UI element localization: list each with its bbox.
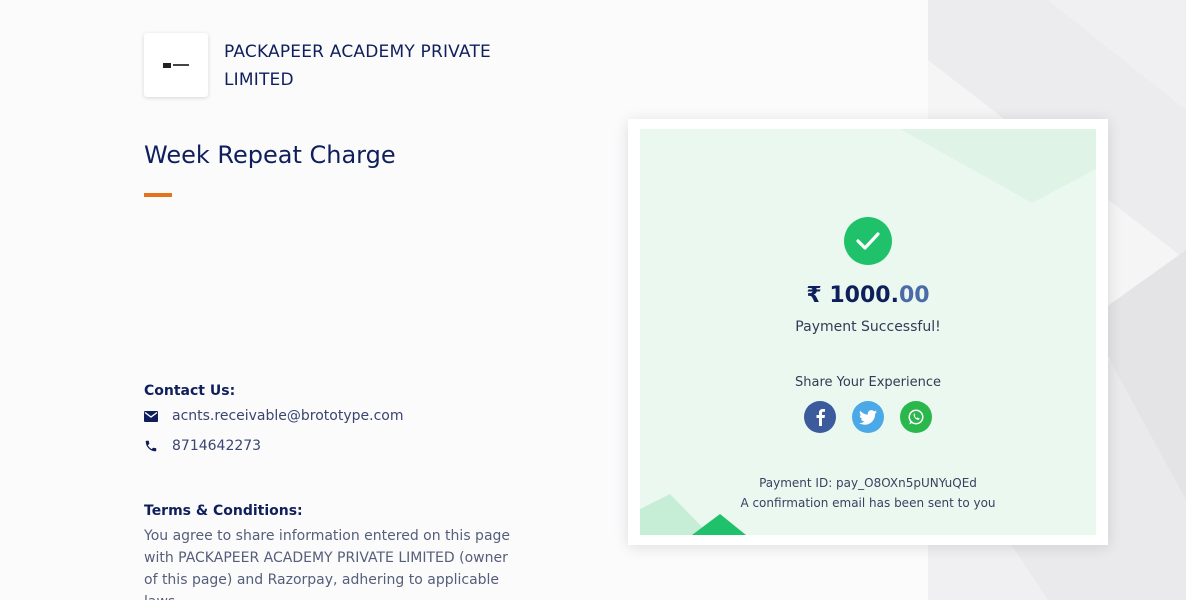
contact-phone-row: 8714642273 <box>144 438 261 454</box>
payment-id: Payment ID: pay_O8OXn5pUNYuQEd <box>759 476 977 490</box>
success-check-icon <box>844 217 892 265</box>
mail-icon <box>144 410 158 422</box>
phone-icon <box>145 440 157 452</box>
share-label: Share Your Experience <box>794 375 942 390</box>
contact-phone-link[interactable]: 8714642273 <box>172 438 261 454</box>
whatsapp-share-button[interactable] <box>900 401 932 433</box>
merchant-logo-mark <box>163 62 189 69</box>
payment-success-card: ₹ 1000.00 Payment Successful! Share Your… <box>628 119 1108 545</box>
share-buttons <box>640 401 1096 433</box>
terms-text: You agree to share information entered o… <box>144 528 511 600</box>
contact-email-link[interactable]: acnts.receivable@brototype.com <box>172 408 403 424</box>
amount-decimal: 00 <box>898 283 930 308</box>
contact-heading: Contact Us: <box>144 383 236 399</box>
currency-symbol: ₹ <box>806 283 822 308</box>
payment-status: Payment Successful! <box>795 319 941 335</box>
twitter-share-button[interactable] <box>852 401 884 433</box>
amount-whole: 1000. <box>829 283 899 308</box>
payment-amount: ₹ 1000.00 <box>640 283 1096 308</box>
facebook-icon <box>816 409 825 426</box>
merchant-name: PACKAPEER ACADEMY PRIVATE LIMITED <box>224 42 491 90</box>
merchant-logo <box>144 33 208 97</box>
title-underline <box>144 193 172 197</box>
terms-heading: Terms & Conditions: <box>144 503 303 519</box>
page-title: Week Repeat Charge <box>144 141 396 169</box>
facebook-share-button[interactable] <box>804 401 836 433</box>
confirmation-message: A confirmation email has been sent to yo… <box>740 496 996 510</box>
contact-email-row: acnts.receivable@brototype.com <box>144 408 403 424</box>
whatsapp-icon <box>908 409 924 425</box>
payment-success-panel: ₹ 1000.00 Payment Successful! Share Your… <box>640 129 1096 535</box>
twitter-icon <box>859 409 877 425</box>
